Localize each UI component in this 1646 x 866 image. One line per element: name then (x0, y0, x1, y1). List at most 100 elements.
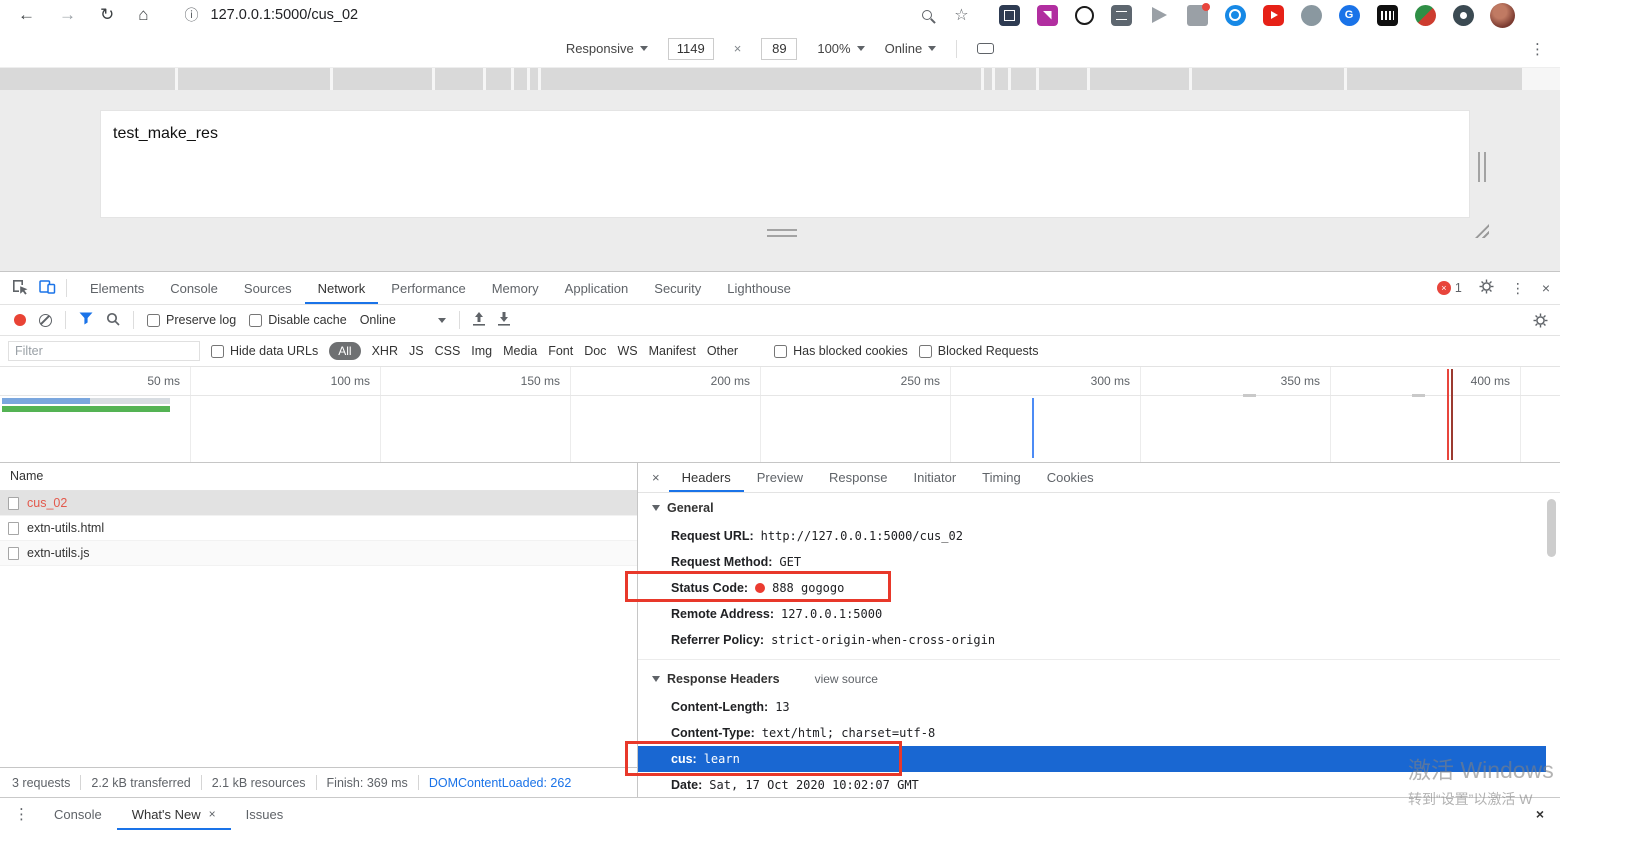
url-bar[interactable]: ⓘ 127.0.0.1:5000/cus_02 ☆ (177, 3, 977, 27)
resize-handle-right[interactable] (1478, 152, 1486, 182)
drawer-menu-icon[interactable]: ⋮ (0, 805, 39, 823)
extension-icon-7[interactable] (1224, 4, 1246, 26)
request-row[interactable]: extn-utils.html (0, 516, 637, 541)
response-headers-section-header[interactable]: Response Headers view source (638, 664, 1560, 694)
devtools-close-icon[interactable]: × (1542, 280, 1550, 296)
general-section-header[interactable]: General (638, 493, 1560, 523)
tab-lighthouse[interactable]: Lighthouse (714, 272, 804, 304)
tab-initiator[interactable]: Initiator (901, 463, 970, 492)
tab-security[interactable]: Security (641, 272, 714, 304)
tab-console[interactable]: Console (157, 272, 231, 304)
tab-network[interactable]: Network (305, 272, 379, 304)
settings-gear-icon[interactable] (1479, 279, 1494, 297)
error-count-badge[interactable]: × 1 (1436, 281, 1462, 295)
reload-icon[interactable]: ↻ (100, 5, 114, 25)
has-blocked-cookies-toggle[interactable]: Has blocked cookies (774, 344, 908, 358)
drawer-tab-console[interactable]: Console (39, 798, 117, 830)
filter-type-manifest[interactable]: Manifest (649, 344, 696, 358)
resize-handle-corner[interactable] (1475, 224, 1489, 238)
view-source-link[interactable]: view source (815, 672, 878, 686)
tab-elements[interactable]: Elements (77, 272, 157, 304)
device-type-select[interactable]: Responsive (566, 41, 648, 56)
close-details-icon[interactable]: × (638, 470, 669, 485)
tab-sources[interactable]: Sources (231, 272, 305, 304)
viewport-width-input[interactable] (667, 37, 714, 60)
drawer-close-icon[interactable]: × (1536, 806, 1544, 822)
viewport-height-input[interactable] (761, 37, 798, 60)
drawer-tab-issues[interactable]: Issues (231, 798, 299, 830)
filter-type-img[interactable]: Img (471, 344, 492, 358)
extension-icon-13[interactable] (1452, 4, 1474, 26)
file-icon (8, 496, 19, 510)
zoom-select[interactable]: 100% (817, 41, 865, 56)
device-toolbar-toggle-icon[interactable] (39, 279, 56, 297)
network-settings-gear-icon[interactable] (1533, 313, 1548, 331)
filter-type-css[interactable]: CSS (435, 344, 461, 358)
name-column-header[interactable]: Name (0, 463, 637, 491)
request-row[interactable]: extn-utils.js (0, 541, 637, 566)
tab-cookies[interactable]: Cookies (1034, 463, 1107, 492)
filter-input[interactable] (8, 341, 200, 361)
extension-icon-8[interactable] (1262, 4, 1284, 26)
has-blocked-cookies-checkbox[interactable] (774, 344, 788, 358)
hide-data-urls-checkbox[interactable] (211, 344, 224, 358)
clear-icon[interactable] (39, 313, 52, 327)
extension-icon-3[interactable] (1074, 5, 1094, 25)
export-har-icon[interactable] (497, 311, 510, 329)
extension-icon-12[interactable] (1414, 4, 1436, 26)
zoom-icon[interactable] (922, 10, 933, 20)
blocked-requests-checkbox[interactable] (918, 344, 932, 358)
filter-type-font[interactable]: Font (548, 344, 573, 358)
inspect-element-icon[interactable] (12, 279, 29, 298)
profile-avatar[interactable] (1489, 2, 1515, 28)
extension-icon-11[interactable] (1376, 4, 1398, 26)
tab-application[interactable]: Application (552, 272, 642, 304)
extension-icon-5[interactable] (1149, 5, 1170, 26)
import-har-icon[interactable] (472, 311, 485, 329)
bookmark-star-icon[interactable]: ☆ (954, 5, 968, 25)
drawer-tab-whats-new[interactable]: What's New × (117, 798, 231, 830)
search-icon[interactable] (106, 312, 120, 329)
forward-icon[interactable]: → (59, 5, 76, 25)
disable-cache-checkbox[interactable] (249, 313, 263, 327)
filter-type-doc[interactable]: Doc (584, 344, 606, 358)
header-row-cus-highlighted[interactable]: cus: learn (638, 746, 1546, 772)
tab-performance[interactable]: Performance (378, 272, 478, 304)
request-row[interactable]: cus_02 (0, 491, 637, 516)
scrollbar-thumb[interactable] (1547, 499, 1556, 557)
extension-icon-9[interactable] (1300, 4, 1322, 26)
site-info-icon[interactable]: ⓘ (185, 5, 199, 25)
extension-icon-1[interactable] (998, 4, 1020, 26)
record-button[interactable] (14, 314, 26, 326)
tab-memory[interactable]: Memory (479, 272, 552, 304)
network-throttle-select[interactable]: Online (360, 313, 446, 327)
back-icon[interactable]: ← (18, 5, 35, 25)
disable-cache-toggle[interactable]: Disable cache (249, 313, 347, 327)
preserve-log-toggle[interactable]: Preserve log (147, 313, 236, 327)
filter-type-other[interactable]: Other (707, 344, 738, 358)
filter-type-ws[interactable]: WS (617, 344, 637, 358)
close-tab-icon[interactable]: × (209, 807, 216, 821)
extension-icon-2[interactable] (1036, 4, 1058, 26)
hide-data-urls-toggle[interactable]: Hide data URLs (211, 344, 318, 358)
filter-type-media[interactable]: Media (503, 344, 537, 358)
filter-type-js[interactable]: JS (409, 344, 424, 358)
device-toolbar-menu-icon[interactable]: ⋮ (1530, 40, 1546, 58)
rotate-viewport-icon[interactable] (977, 43, 995, 54)
throttle-select[interactable]: Online (885, 41, 937, 56)
filter-type-all[interactable]: All (329, 342, 361, 360)
resize-handle-bottom[interactable] (767, 229, 797, 237)
tab-preview[interactable]: Preview (744, 463, 816, 492)
home-icon[interactable]: ⌂ (138, 5, 148, 25)
preserve-log-checkbox[interactable] (147, 313, 160, 327)
extension-icon-6[interactable] (1186, 2, 1210, 26)
extension-icon-10[interactable] (1338, 4, 1360, 26)
devtools-menu-icon[interactable]: ⋮ (1511, 280, 1525, 297)
tab-timing[interactable]: Timing (969, 463, 1034, 492)
tab-headers[interactable]: Headers (669, 463, 744, 492)
extension-icon-4[interactable] (1110, 4, 1132, 26)
filter-type-xhr[interactable]: XHR (372, 344, 398, 358)
filter-funnel-icon[interactable] (79, 312, 93, 328)
tab-response[interactable]: Response (816, 463, 901, 492)
blocked-requests-toggle[interactable]: Blocked Requests (918, 344, 1039, 358)
